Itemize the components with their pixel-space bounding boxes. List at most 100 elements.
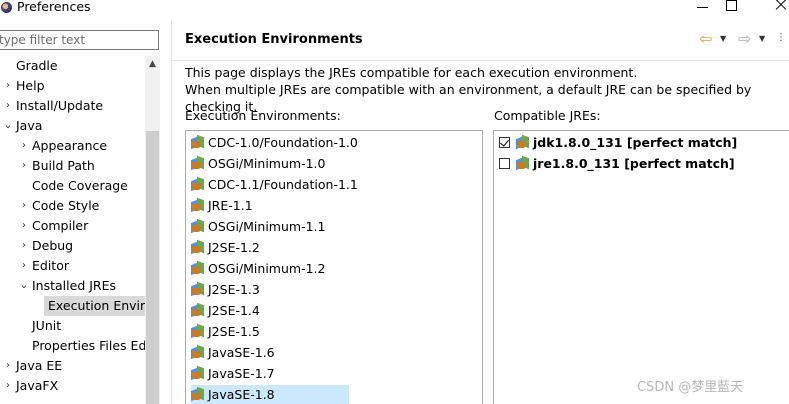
environment-label: JavaSE-1.8 (208, 387, 275, 402)
tree-item-label: Compiler (32, 218, 89, 233)
tree-item[interactable]: › Install/Update (6, 96, 104, 116)
watermark: CSDN @梦里藍天 (637, 380, 744, 395)
environment-list-item[interactable]: JavaSE-1.6 (191, 343, 275, 362)
tree-item[interactable]: › Appearance (22, 136, 108, 156)
environment-list-item[interactable]: J2SE-1.2 (191, 238, 260, 257)
forward-dropdown-icon[interactable]: ▼ (759, 34, 765, 43)
environment-list-item[interactable]: OSGi/Minimum-1.0 (191, 154, 325, 173)
environment-list-item[interactable]: J2SE-1.4 (191, 301, 260, 320)
tree-item-label: Install/Update (16, 98, 104, 113)
environment-list-item[interactable]: OSGi/Minimum-1.2 (191, 259, 325, 278)
jre-library-icon (191, 134, 205, 150)
jre-library-icon (191, 197, 205, 213)
compatible-jres-list[interactable]: jdk1.8.0_131 [perfect match] jre1.8.0_131… (493, 130, 789, 404)
chevron-down-icon[interactable]: ⌄ (2, 116, 14, 136)
jre-library-icon (191, 302, 205, 318)
jre-library-icon (191, 323, 205, 339)
environments-label: Execution Environments: (185, 108, 341, 123)
tree-item[interactable]: ⌄ Installed JREs (20, 276, 116, 296)
back-arrow-icon[interactable]: ⇦ (699, 30, 712, 48)
compatible-jres-label: Compatible JREs: (494, 108, 601, 123)
tree-item[interactable]: ⌄ Java (4, 116, 43, 136)
environments-list[interactable]: CDC-1.0/Foundation-1.0 OSGi/Minimum-1.0 CD… (185, 130, 483, 404)
description-line-1: This page displays the JREs compatible f… (185, 65, 638, 80)
jre-list-item[interactable]: jdk1.8.0_131 [perfect match] (499, 133, 737, 152)
tree-item[interactable]: › Code Style (22, 196, 100, 216)
filter-input[interactable] (0, 33, 149, 47)
tree-item[interactable]: › Editor (22, 256, 69, 276)
preferences-nav-pane: Gradle›Help›Install/Update⌄Java›Appearan… (0, 20, 170, 404)
chevron-right-icon[interactable]: › (18, 156, 30, 176)
jre-label: jre1.8.0_131 [perfect match] (533, 156, 735, 171)
eclipse-app-icon (1, 2, 12, 13)
chevron-right-icon[interactable]: › (18, 216, 30, 236)
tree-item-label: Execution Enviro (48, 298, 146, 313)
jre-library-icon (191, 155, 205, 171)
chevron-right-icon[interactable]: › (18, 236, 30, 256)
jre-checkbox[interactable] (499, 158, 510, 169)
tree-item[interactable]: › Help (6, 76, 45, 96)
jre-checkbox[interactable] (499, 137, 510, 148)
jre-library-icon (191, 176, 205, 192)
tree-item[interactable]: › Java EE (6, 356, 62, 376)
environment-label: OSGi/Minimum-1.2 (208, 261, 326, 276)
environment-label: JavaSE-1.6 (208, 345, 275, 360)
close-button[interactable] (760, 0, 789, 18)
jre-library-icon (516, 155, 530, 171)
jre-library-icon (191, 218, 205, 234)
environment-label: J2SE-1.4 (208, 303, 260, 318)
chevron-down-icon[interactable]: ⌄ (18, 276, 30, 296)
tree-item[interactable]: › JavaFX (6, 376, 59, 396)
tree-item-label: Editor (32, 258, 69, 273)
tree-item[interactable]: › Compiler (22, 216, 89, 236)
chevron-right-icon[interactable]: › (2, 376, 14, 396)
environment-list-item[interactable]: JavaSE-1.7 (191, 364, 275, 383)
page-header: Execution Environments ⇦ ▼ ⇨ ▼ ⋮ (172, 20, 789, 61)
environment-label: CDC-1.1/Foundation-1.1 (208, 177, 358, 192)
pane-divider[interactable] (171, 20, 172, 404)
environment-list-item[interactable]: OSGi/Minimum-1.1 (191, 217, 325, 236)
environment-label: OSGi/Minimum-1.0 (208, 156, 326, 171)
environment-list-item[interactable]: J2SE-1.5 (191, 322, 260, 341)
tree-item[interactable]: JUnit (32, 316, 61, 336)
tree-item-label: Code Style (32, 198, 100, 213)
maximize-button[interactable] (712, 0, 752, 18)
environment-list-item[interactable]: CDC-1.0/Foundation-1.0 (191, 133, 358, 152)
tree-scrollbar[interactable]: ▲ (145, 56, 160, 404)
tree-item[interactable]: › Build Path (22, 156, 95, 176)
jre-library-icon (516, 134, 530, 150)
tree-item[interactable]: Code Coverage (32, 176, 128, 196)
tree-item[interactable]: Execution Enviro (44, 296, 146, 316)
chevron-right-icon[interactable]: › (18, 136, 30, 156)
environment-list-item[interactable]: JRE-1.1 (191, 196, 253, 215)
jre-library-icon (191, 365, 205, 381)
page-title: Execution Environments (185, 32, 363, 47)
tree-item[interactable]: Gradle (16, 56, 58, 76)
jre-list-item[interactable]: jre1.8.0_131 [perfect match] (499, 154, 735, 173)
chevron-right-icon[interactable]: › (2, 356, 14, 376)
chevron-right-icon[interactable]: › (18, 196, 30, 216)
title-bar: Preferences (0, 0, 789, 18)
scroll-thumb[interactable] (146, 131, 159, 404)
jre-library-icon (191, 260, 205, 276)
environment-list-item[interactable]: JavaSE-1.8 (191, 385, 349, 404)
filter-field[interactable] (0, 30, 159, 50)
tree-item-label: Appearance (32, 138, 108, 153)
preferences-tree: Gradle › Help › Install/Update ⌄ Java › Appearan… (0, 56, 146, 404)
chevron-right-icon[interactable]: › (2, 96, 14, 116)
scroll-up-icon[interactable]: ▲ (145, 56, 160, 73)
jre-label: jdk1.8.0_131 [perfect match] (533, 135, 738, 150)
chevron-right-icon[interactable]: › (18, 256, 30, 276)
forward-arrow-icon[interactable]: ⇨ (738, 30, 751, 48)
environment-list-item[interactable]: CDC-1.1/Foundation-1.1 (191, 175, 358, 194)
environment-list-item[interactable]: J2SE-1.3 (191, 280, 260, 299)
view-menu-icon[interactable]: ⋮ (776, 32, 786, 43)
jre-library-icon (191, 344, 205, 360)
tree-item[interactable]: › Debug (22, 236, 73, 256)
chevron-right-icon[interactable]: › (2, 76, 14, 96)
back-dropdown-icon[interactable]: ▼ (720, 34, 726, 43)
tree-item-label: JavaFX (16, 378, 59, 393)
tree-item[interactable]: Properties Files Edi (32, 336, 146, 356)
window-title: Preferences (17, 0, 91, 14)
jre-library-icon (191, 281, 205, 297)
